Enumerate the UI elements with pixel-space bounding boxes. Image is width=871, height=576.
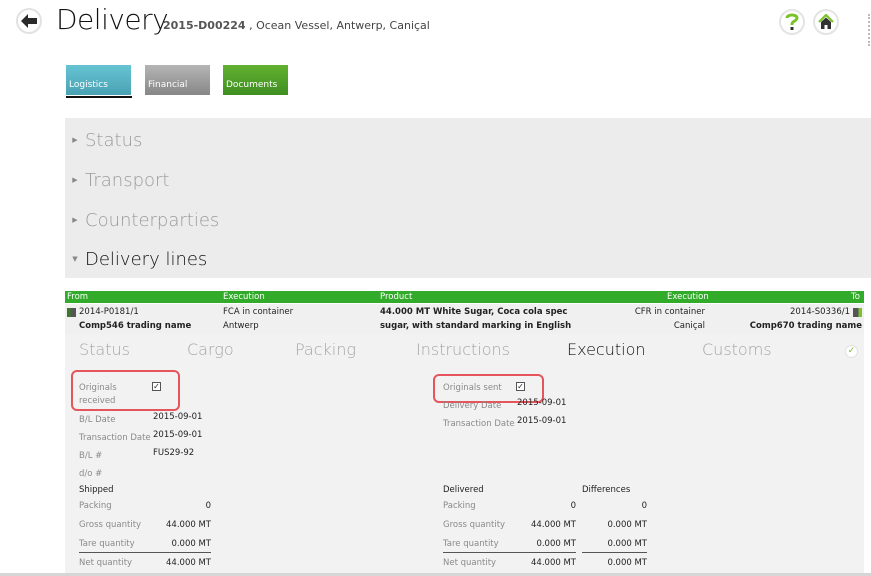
section-label: Transport (85, 169, 170, 191)
record-details: , Ocean Vessel, Antwerp, Caniçal (245, 19, 430, 32)
column-to: To (851, 292, 860, 302)
section-counterparties[interactable]: ▶ Counterparties (65, 200, 871, 240)
right-transaction-date-label: Transaction Date (443, 419, 515, 429)
delivery-lines-header: From Execution Product Execution To (65, 291, 864, 303)
page-title: Delivery (56, 3, 169, 36)
shipped-gross-value: 44.000 MT (166, 520, 211, 530)
originals-sent-label: Originals sent (443, 383, 502, 393)
column-from-execution: Execution (223, 292, 265, 302)
shipped-tare-label: Tare quantity (79, 539, 135, 549)
record-id: 2015-D00224 (163, 19, 246, 32)
shipped-tare-value: 0.000 MT (171, 539, 211, 549)
delivered-sum-rule (443, 552, 576, 553)
bl-number-label: B/L # (79, 451, 103, 461)
delivery-date-label: Delivery Date (443, 401, 502, 411)
detail-tab-status[interactable]: Status (79, 340, 130, 359)
originals-received-label-2: received (79, 396, 116, 406)
differences-gross-value: 0.000 MT (607, 520, 647, 530)
checkmark-icon: ✓ (845, 345, 858, 358)
differences-net-value: 0.000 MT (607, 558, 647, 568)
differences-sum-rule (582, 552, 647, 553)
scroll-indicator (868, 14, 870, 46)
section-label: Delivery lines (85, 248, 208, 270)
section-delivery-lines[interactable]: ▼ Delivery lines (65, 239, 871, 279)
home-icon (818, 14, 834, 29)
column-product: Product (380, 292, 413, 302)
question-mark-icon (785, 13, 799, 30)
delivered-tare-value: 0.000 MT (536, 539, 576, 549)
module-tab-logistics[interactable]: Logistics (66, 65, 131, 95)
bl-number-value[interactable]: FUS29-92 (153, 448, 194, 458)
active-module-indicator (66, 96, 132, 98)
do-number-label: d/o # (79, 469, 103, 479)
originals-sent-checkbox[interactable]: ✓ (516, 382, 525, 391)
transaction-date-label: Transaction Date (79, 433, 151, 443)
expand-arrow-icon: ▶ (72, 136, 78, 144)
delivered-title: Delivered (443, 485, 484, 495)
back-arrow-icon (21, 14, 37, 28)
delivery-date-value[interactable]: 2015-09-01 (517, 398, 566, 408)
home-button[interactable] (813, 9, 839, 35)
module-tab-documents[interactable]: Documents (223, 65, 288, 95)
section-label: Counterparties (85, 209, 220, 231)
shipped-packing-value: 0 (205, 501, 211, 511)
differences-packing-value: 0 (641, 501, 647, 511)
delivered-tare-label: Tare quantity (443, 539, 499, 549)
module-tab-financial[interactable]: Financial (145, 65, 210, 95)
delivered-net-label: Net quantity (443, 558, 497, 568)
delivered-gross-value: 44.000 MT (531, 520, 576, 530)
to-company: Comp670 trading name (749, 321, 862, 331)
delivered-gross-label: Gross quantity (443, 520, 506, 530)
help-button[interactable] (779, 9, 805, 35)
transaction-date-value[interactable]: 2015-09-01 (153, 430, 202, 440)
sales-contract-icon (853, 308, 862, 317)
product-line-2: sugar, with standard marking in English (380, 321, 572, 331)
from-company: Comp546 trading name (79, 321, 192, 331)
delivery-line-detail: Status Cargo Packing Instructions Execut… (65, 334, 864, 576)
to-ref[interactable]: 2014-S0336/1 (790, 307, 850, 317)
shipped-title: Shipped (79, 485, 114, 495)
sections-panel: ▶ Status ▶ Transport ▶ Counterparties ▼ … (65, 118, 871, 278)
detail-tab-cargo[interactable]: Cargo (187, 340, 234, 359)
expand-arrow-icon: ▶ (72, 216, 78, 224)
record-subtitle: 2015-D00224 , Ocean Vessel, Antwerp, Can… (163, 19, 430, 32)
from-location: Antwerp (223, 321, 259, 331)
bl-date-value[interactable]: 2015-09-01 (153, 412, 202, 422)
collapse-arrow-icon: ▼ (72, 255, 78, 263)
back-button[interactable] (16, 8, 42, 34)
column-from: From (67, 292, 89, 302)
section-status[interactable]: ▶ Status (65, 120, 871, 160)
section-label: Status (85, 129, 143, 151)
detail-tab-instructions[interactable]: Instructions (416, 340, 510, 359)
bl-date-label: B/L Date (79, 415, 116, 425)
differences-tare-value: 0.000 MT (607, 539, 647, 549)
detail-tab-execution[interactable]: Execution (567, 340, 646, 359)
differences-title: Differences (582, 485, 631, 495)
delivery-line-row[interactable]: 2014-P0181/1 Comp546 trading name FCA in… (65, 304, 864, 334)
expand-arrow-icon: ▶ (72, 176, 78, 184)
right-transaction-date-value[interactable]: 2015-09-01 (517, 416, 566, 426)
from-ref[interactable]: 2014-P0181/1 (79, 307, 139, 317)
delivered-packing-value: 0 (570, 501, 576, 511)
from-execution: FCA in container (223, 307, 294, 317)
to-execution: CFR in container (634, 307, 705, 317)
delivered-packing-label: Packing (443, 501, 476, 511)
section-transport[interactable]: ▶ Transport (65, 160, 871, 200)
shipped-net-value: 44.000 MT (166, 558, 211, 568)
purchase-contract-icon (67, 308, 76, 317)
to-location: Caniçal (673, 321, 705, 331)
detail-tab-customs[interactable]: Customs (702, 340, 772, 359)
column-to-execution: Execution (667, 292, 709, 302)
shipped-sum-rule (79, 552, 211, 553)
shipped-gross-label: Gross quantity (79, 520, 142, 530)
detail-tab-packing[interactable]: Packing (295, 340, 356, 359)
delivered-net-value: 44.000 MT (531, 558, 576, 568)
shipped-net-label: Net quantity (79, 558, 133, 568)
originals-received-checkbox[interactable]: ✓ (152, 382, 161, 391)
product-line-1: 44.000 MT White Sugar, Coca cola spec (380, 307, 568, 317)
originals-received-label-1: Originals (79, 383, 117, 393)
shipped-packing-label: Packing (79, 501, 112, 511)
